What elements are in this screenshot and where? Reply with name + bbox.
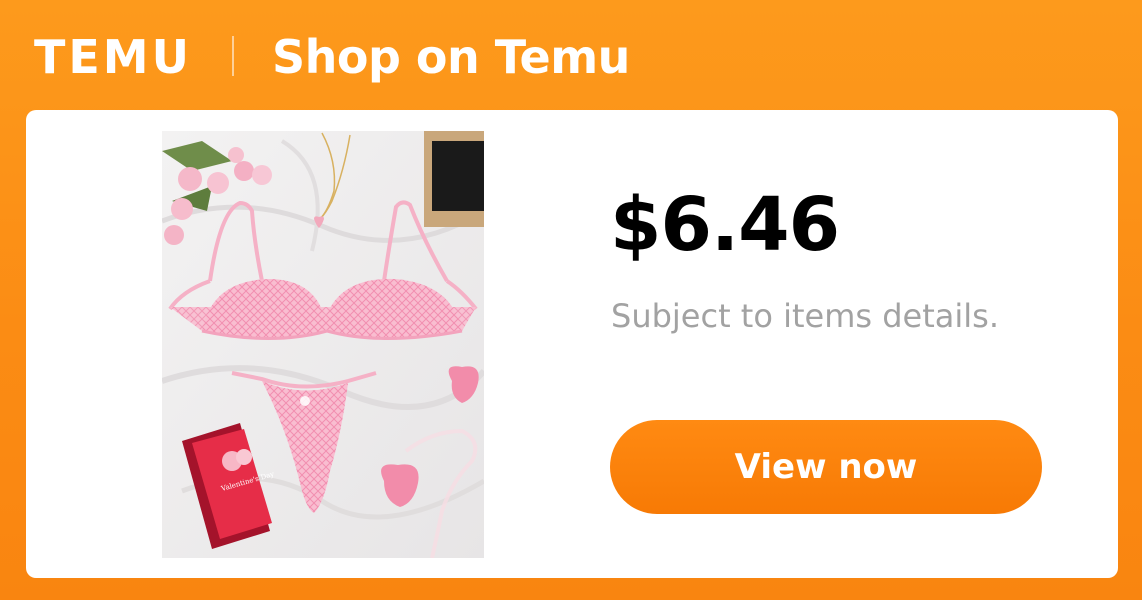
- product-image[interactable]: Valentine's Day: [162, 131, 484, 558]
- product-card: Valentine's Day $6.46 Subject to items d…: [26, 110, 1118, 578]
- header-divider: [232, 36, 234, 76]
- price-label: $6.46: [610, 182, 840, 268]
- header-title: Shop on Temu: [272, 30, 630, 84]
- price-note: Subject to items details.: [611, 297, 1000, 335]
- temu-logo[interactable]: TEMU: [34, 30, 192, 84]
- view-now-button[interactable]: View now: [610, 420, 1042, 514]
- header-bar: TEMU Shop on Temu: [0, 0, 1142, 110]
